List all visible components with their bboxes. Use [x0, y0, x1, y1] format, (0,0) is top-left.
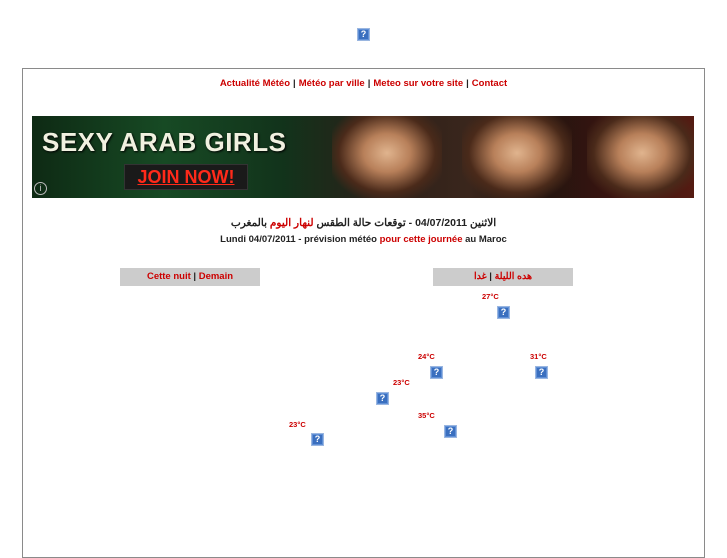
forecast-title-arabic-suffix: بالمغرب	[230, 217, 270, 229]
banner-photo	[462, 116, 572, 198]
nav-link-actualite[interactable]: Actualité Météo	[220, 78, 290, 89]
weather-icon: ?	[376, 392, 389, 405]
tabs-arabic: هده الليلة | غدا	[433, 268, 573, 286]
city-temperature: 24°C	[418, 352, 435, 361]
banner-title: SEXY ARAB GIRLS	[42, 127, 287, 157]
banner-join-button[interactable]: JOIN NOW!	[124, 164, 248, 190]
nav-link-meteo-sur-votre-site[interactable]: Meteo sur votre site	[373, 78, 463, 89]
broken-image-icon: ?	[357, 28, 370, 41]
city-temperature: 35°C	[418, 411, 435, 420]
weather-icon: ?	[311, 433, 324, 446]
city-temperature: 31°C	[530, 352, 547, 361]
weather-icon: ?	[430, 366, 443, 379]
city-temperature: 23°C	[289, 420, 306, 429]
banner-photo	[587, 116, 694, 198]
ad-banner[interactable]: SEXY ARAB GIRLS JOIN NOW! i	[32, 116, 694, 198]
nav-link-contact[interactable]: Contact	[472, 78, 507, 89]
info-icon[interactable]: i	[34, 182, 47, 195]
nav-link-meteo-par-ville[interactable]: Météo par ville	[299, 78, 365, 89]
tab-hadhihi-al-layla[interactable]: هده الليلة	[495, 271, 532, 282]
forecast-title-arabic-prefix: الاثنين 04/07/2011 - توقعات حالة الطقس	[313, 217, 497, 229]
weather-icon: ?	[497, 306, 510, 319]
forecast-title-arabic-highlight: لنهار اليوم	[269, 217, 314, 229]
nav-separator: |	[293, 78, 296, 89]
tab-separator: |	[193, 271, 197, 282]
forecast-title-arabic: الاثنين 04/07/2011 - توقعات حالة الطقس ل…	[22, 217, 705, 229]
tab-separator: |	[489, 271, 492, 282]
forecast-title-french-suffix: au Maroc	[462, 234, 507, 245]
city-temperature: 27°C	[482, 292, 499, 301]
nav-separator: |	[466, 78, 469, 89]
weather-icon: ?	[444, 425, 457, 438]
city-temperature: 23°C	[393, 378, 410, 387]
nav-separator: |	[367, 78, 371, 89]
tab-demain[interactable]: Demain	[199, 271, 233, 282]
forecast-title-french-prefix: Lundi 04/07/2011 - prévision météo	[220, 234, 380, 245]
tab-ghadan[interactable]: غدا	[474, 271, 487, 282]
tabs-french: Cette nuit | Demain	[120, 268, 260, 286]
forecast-title-french: Lundi 04/07/2011 - prévision météo pour …	[22, 234, 705, 245]
banner-photo	[332, 116, 442, 198]
weather-icon: ?	[535, 366, 548, 379]
tab-cette-nuit[interactable]: Cette nuit	[147, 271, 191, 282]
top-nav: Actualité Météo | Météo par ville | Meteo su…	[22, 78, 705, 89]
forecast-title-french-highlight: pour cette journée	[379, 234, 463, 245]
